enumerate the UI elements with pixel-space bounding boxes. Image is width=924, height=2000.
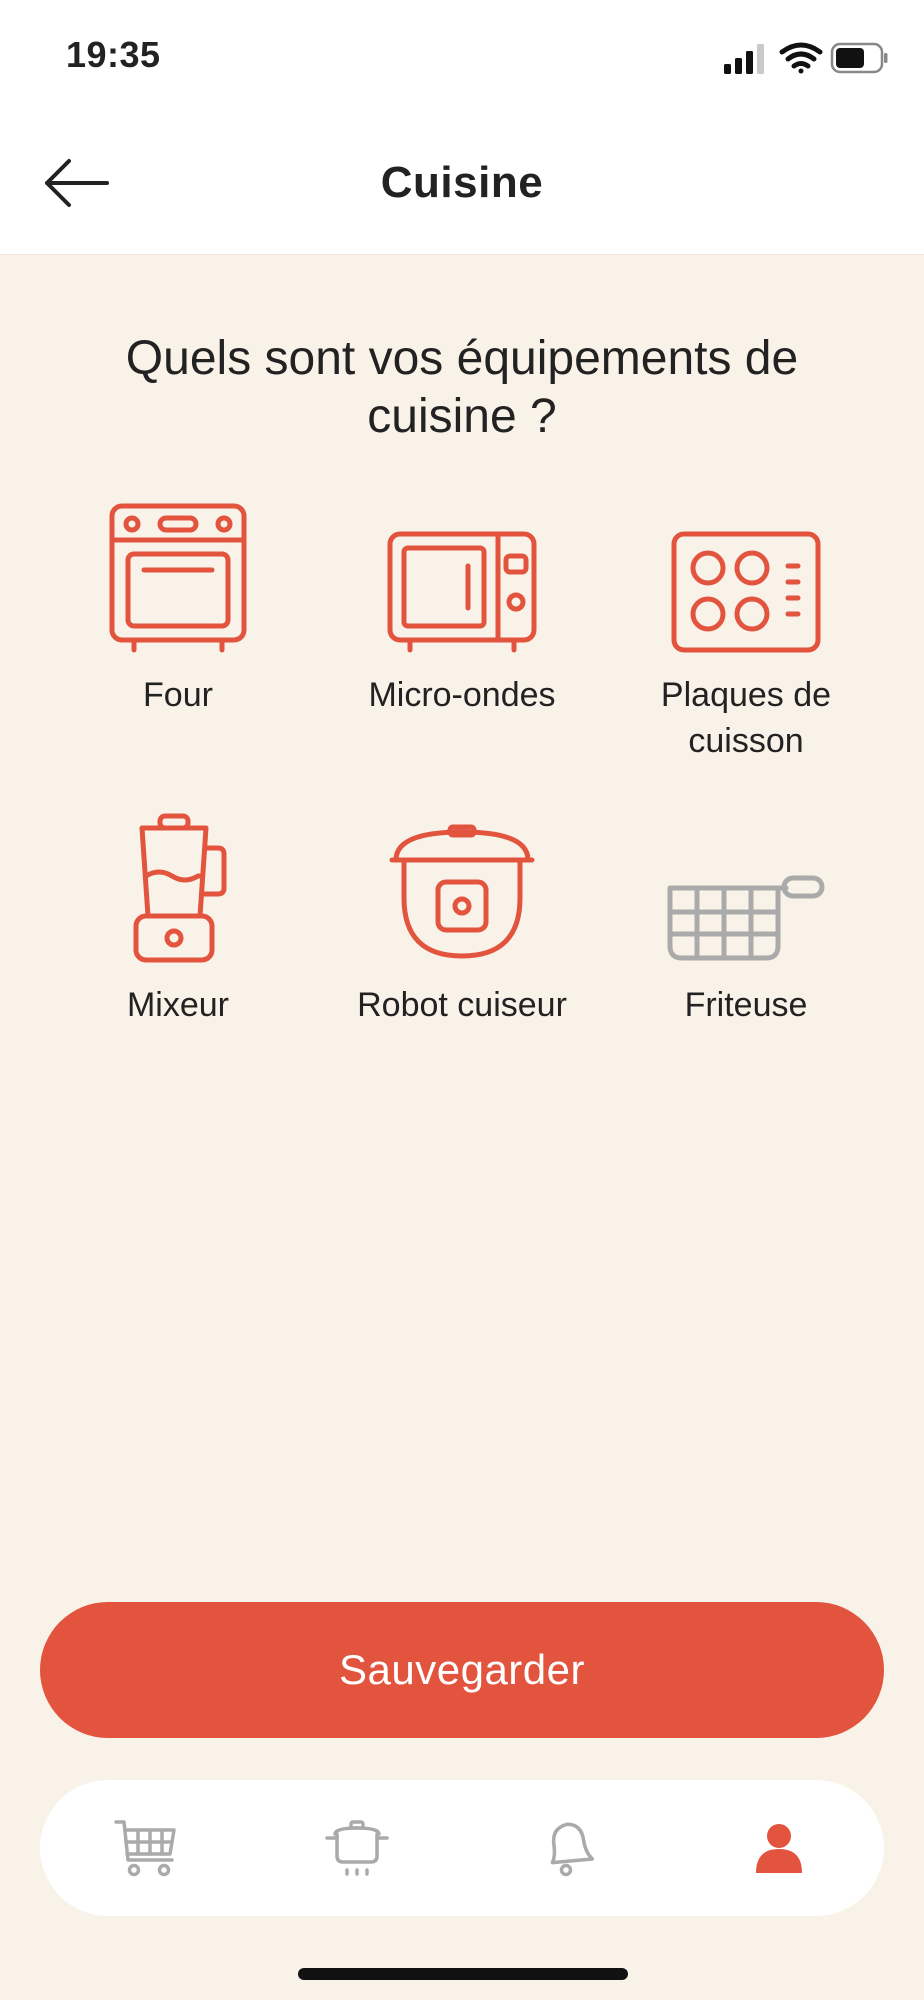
status-time: 19:35 [66,34,161,75]
fryer-basket-icon [667,875,825,961]
signal-icon [724,44,764,74]
battery-icon [830,42,888,74]
pot-icon [324,1820,389,1876]
tab-notifications[interactable] [508,1798,628,1898]
pressure-cooker-icon [389,824,535,959]
equipment-fryer[interactable]: Friteuse [604,802,888,1112]
equipment-oven[interactable]: Four [36,492,320,802]
equipment-label: Robot cuiseur [357,986,567,1024]
tab-recipes[interactable] [297,1798,417,1898]
equipment-label: Plaques de cuisson [660,676,832,760]
page-title: Cuisine [380,158,544,207]
header: Cuisine [0,112,924,255]
tab-bar [40,1780,884,1916]
status-bar: 19:35 [0,0,924,112]
tab-profile[interactable] [719,1798,839,1898]
cart-icon [113,1820,176,1877]
equipment-label: Four [143,676,213,714]
equipment-cooktop[interactable]: Plaques de cuisson [604,492,888,802]
microwave-icon [387,531,537,653]
oven-icon [109,503,247,653]
status-icons [724,40,888,76]
cooktop-icon [671,531,821,653]
equipment-label: Mixeur [126,986,230,1024]
equipment-blender[interactable]: Mixeur [36,802,320,1112]
save-button[interactable]: Sauvegarder [40,1602,884,1738]
question-heading: Quels sont vos équipements de cuisine ? [125,332,799,443]
equipment-grid: Four Micro-ondes Plaques de cuisson Mixe… [36,492,888,1112]
tab-shopping[interactable] [86,1798,206,1898]
home-indicator [298,1968,628,1980]
bell-icon [550,1822,594,1877]
equipment-pressure-cooker[interactable]: Robot cuiseur [320,802,604,1112]
equipment-microwave[interactable]: Micro-ondes [320,492,604,802]
wifi-icon [779,42,823,74]
profile-icon [755,1824,802,1873]
equipment-label: Micro-ondes [368,676,556,714]
equipment-label: Friteuse [684,986,808,1024]
blender-icon [133,813,227,963]
